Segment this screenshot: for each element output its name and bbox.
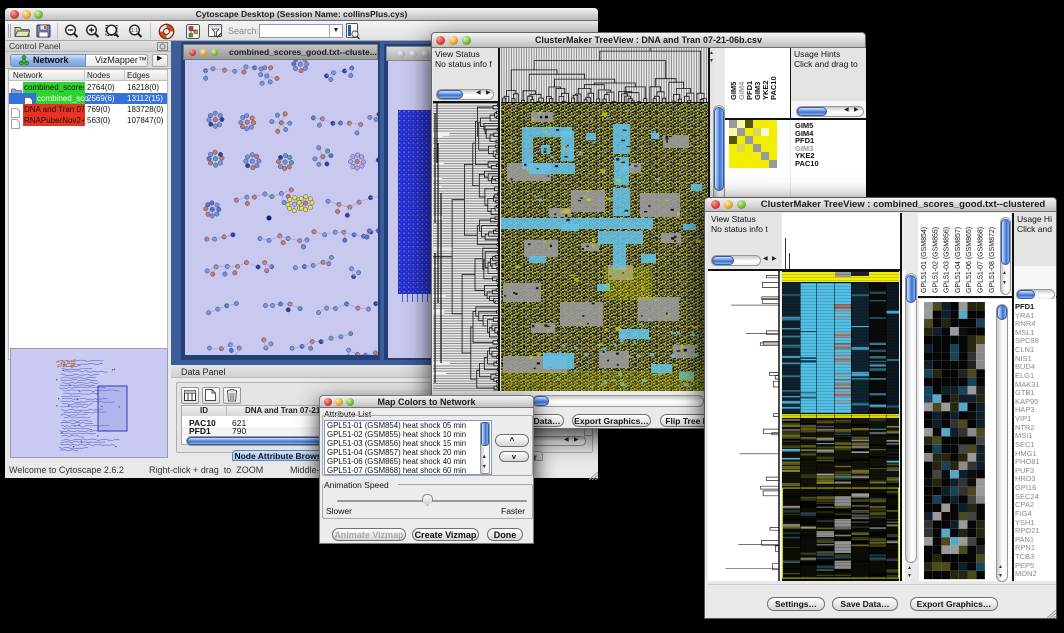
svg-text:GPL51-06 (GSM865): GPL51-06 (GSM865) [966,227,973,293]
svg-text:GPL51-01 (GSM854): GPL51-01 (GSM854) [921,227,928,293]
svg-text:1:1: 1:1 [131,28,138,34]
svg-text:GPL51-04 (GSM857): GPL51-04 (GSM857) [955,227,962,293]
svg-text:GPL51-02 (GSM855): GPL51-02 (GSM855) [932,227,939,293]
svg-text:GPL51-08 (GSM872): GPL51-08 (GSM872) [989,227,996,293]
svg-text:GPL51-03 (GSM856): GPL51-03 (GSM856) [944,227,951,293]
svg-text:GPL51-07 (GSM868): GPL51-07 (GSM868) [978,227,985,293]
svg-text:PAC10: PAC10 [769,76,778,100]
